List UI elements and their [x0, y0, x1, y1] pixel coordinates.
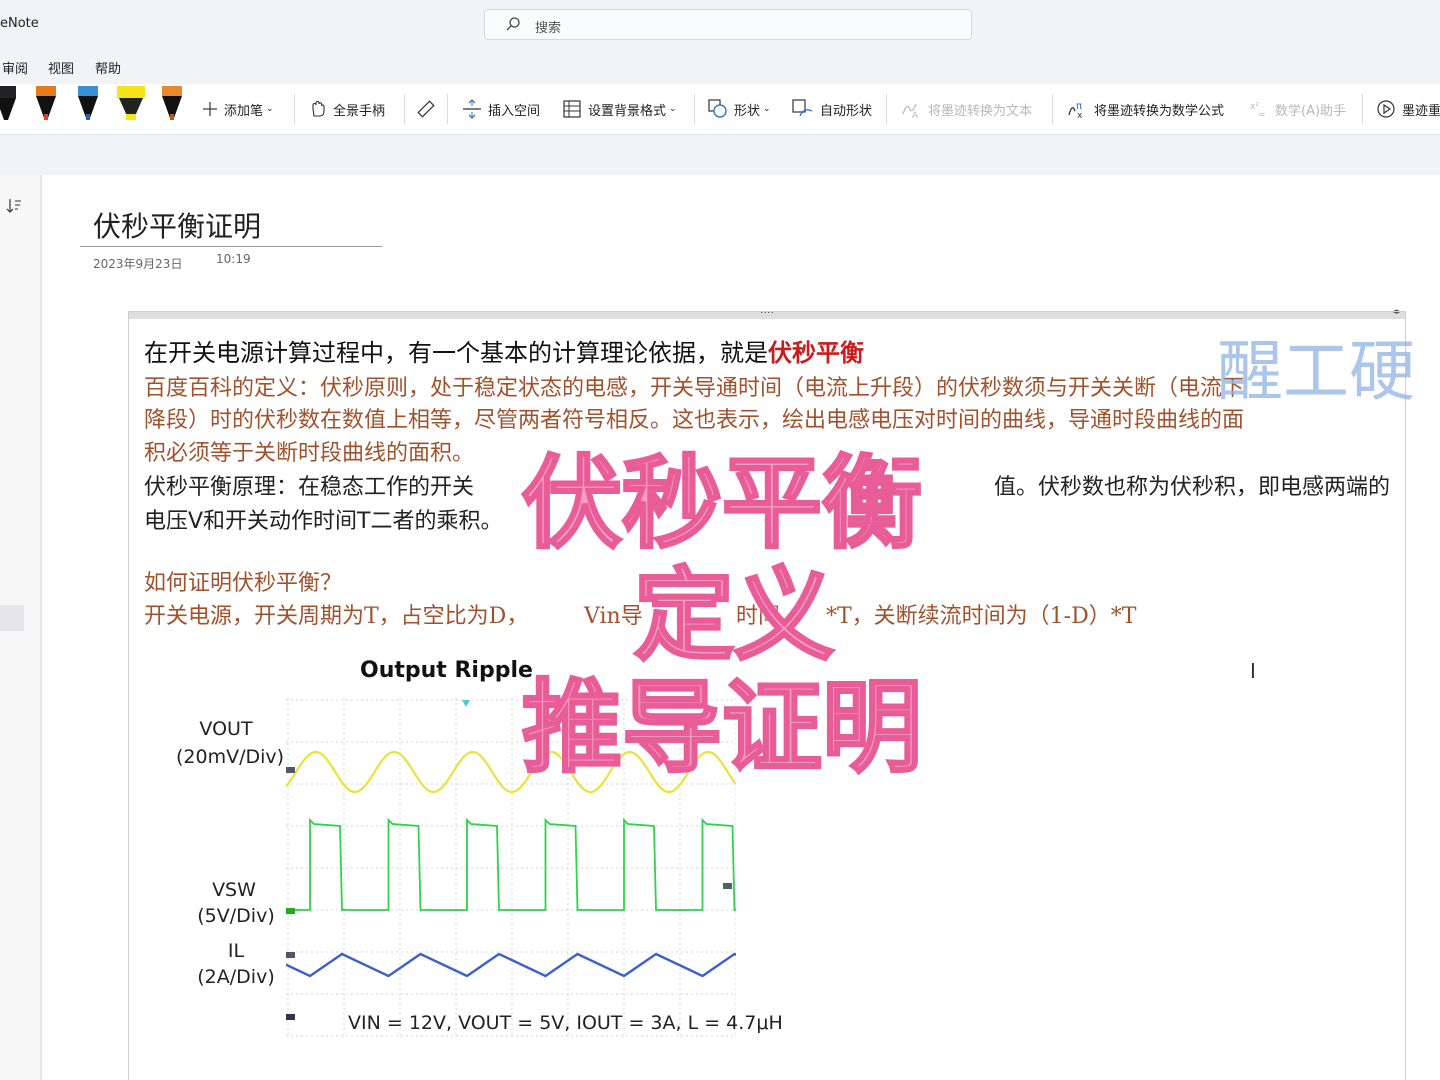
ribbon-gap	[0, 135, 1440, 175]
il-scale: (2A/Div)	[197, 966, 275, 988]
ruler-button[interactable]	[416, 98, 442, 120]
lasso-label: 全景手柄	[333, 103, 386, 119]
watermark-text: 醒工硬	[1217, 333, 1415, 410]
sort-icon[interactable]	[6, 197, 22, 215]
divider	[1362, 94, 1363, 124]
inductor-current-trace	[286, 952, 736, 978]
divider	[886, 94, 887, 124]
ruler-icon	[417, 100, 435, 118]
note-line-7[interactable]: 如何证明伏秒平衡？	[144, 565, 342, 597]
svg-text:=: =	[1258, 110, 1266, 119]
background-label: 设置背景格式	[588, 103, 667, 119]
ink-to-text-button[interactable]: A 将墨迹转换为文本	[900, 98, 1032, 120]
il-label: IL	[227, 940, 245, 962]
divider	[294, 94, 295, 124]
draw-ribbon: 添加笔 ⌄ 全景手柄 插入空间 设置背景格式 ⌄ 形状 ⌄ 自动形状 A 将墨迹转换为…	[0, 84, 1440, 135]
divider	[404, 94, 405, 124]
vsw-label: VSW	[212, 879, 256, 901]
math-assistant-icon: x²=	[1250, 102, 1266, 119]
vout-scale: (20mV/Div)	[176, 746, 285, 768]
note-line-5[interactable]: 伏秒平衡原理：在稳态工作的开关	[144, 469, 474, 501]
title-underline	[80, 246, 382, 247]
add-pen-label: 添加笔	[224, 103, 264, 119]
trigger-marker	[462, 700, 470, 707]
svg-text:A: A	[912, 111, 919, 119]
note-line-6[interactable]: 电压V和开关动作时间T二者的乘积。	[144, 503, 503, 535]
svg-text:x: x	[1077, 111, 1083, 119]
title-bar: eNote 搜索	[0, 0, 1440, 48]
search-placeholder: 搜索	[535, 21, 562, 36]
divider	[694, 94, 695, 124]
ink-to-math-label: 将墨迹转换为数学公式	[1094, 103, 1225, 119]
page-time: 10:19	[216, 252, 251, 266]
vout-label: VOUT	[199, 718, 253, 740]
channel-marker	[723, 883, 732, 889]
replay-icon	[1377, 100, 1395, 118]
background-icon	[563, 100, 581, 118]
channel-marker	[286, 952, 295, 958]
insert-space-icon	[463, 99, 481, 119]
note-line-5-start: 伏秒平衡原理：在稳态工作的开关	[144, 475, 475, 500]
note-line-4[interactable]: 积必须等于关断时段曲线的面积。	[144, 435, 474, 467]
menu-bar: 审阅 视图 帮助	[0, 48, 1440, 84]
add-pen-button[interactable]: 添加笔 ⌄	[202, 98, 274, 120]
ink-replay-button[interactable]: 墨迹重	[1376, 98, 1440, 120]
text-cursor-icon: I	[1250, 659, 1256, 683]
divider	[447, 94, 448, 124]
lasso-button[interactable]: 全景手柄	[309, 98, 385, 120]
note-line-2[interactable]: 百度百科的定义：伏秒原则，处于稳定状态的电感，开关导通时间（电流上升段）的伏秒数…	[144, 370, 1244, 402]
page-title[interactable]: 伏秒平衡证明	[93, 205, 261, 245]
note-line-1-text: 在开关电源计算过程中，有一个基本的计算理论依据，就是	[144, 339, 768, 367]
shapes-button[interactable]: 形状 ⌄	[708, 98, 771, 120]
note-line-8[interactable]: 开关电源，开关周期为T，占空比为D，	[144, 598, 528, 630]
shapes-icon	[708, 99, 727, 118]
highlighter-icon[interactable]	[116, 86, 146, 126]
divider	[1052, 94, 1053, 124]
ink-math-icon: πx	[1068, 101, 1083, 119]
vsw-scale: (5V/Div)	[197, 905, 275, 927]
ink-to-math-button[interactable]: πx 将墨迹转换为数学公式	[1066, 98, 1224, 120]
page-list-pane	[0, 175, 42, 1080]
insert-space-label: 插入空间	[488, 103, 541, 119]
note-line-8-d[interactable]: *T，关断续流时间为（1-D）*T	[826, 598, 1136, 630]
hand-icon	[312, 100, 325, 117]
overlay-title-3: 推导证明	[521, 668, 924, 788]
channel-marker	[286, 1014, 295, 1020]
app-name: eNote	[0, 16, 39, 31]
pen-icon[interactable]	[160, 86, 184, 126]
channel-marker	[286, 908, 295, 914]
search-box[interactable]: 搜索	[484, 9, 972, 40]
channel-marker	[286, 767, 295, 773]
scope-caption: VIN = 12V, VOUT = 5V, IOUT = 3A, L = 4.7…	[348, 1012, 783, 1034]
ink-text-icon: A	[902, 103, 919, 119]
scope-title: Output Ripple	[360, 658, 533, 683]
highlight-text: 伏秒平衡	[768, 339, 864, 367]
background-button[interactable]: 设置背景格式 ⌄	[562, 98, 677, 120]
auto-shapes-button[interactable]: 自动形状	[792, 98, 872, 120]
auto-shapes-label: 自动形状	[820, 103, 873, 119]
math-assistant-label: 数学(A)助手	[1275, 103, 1347, 119]
ink-to-text-label: 将墨迹转换为文本	[928, 103, 1033, 119]
shapes-label: 形状	[734, 103, 761, 119]
selected-page-item[interactable]	[0, 605, 24, 631]
pen-icon[interactable]	[76, 86, 100, 126]
math-assistant-button[interactable]: x² = 数学(A)助手	[1249, 98, 1346, 120]
pen-icon[interactable]	[34, 86, 58, 126]
note-line-5-end[interactable]: 值。伏秒数也称为伏秒积，即电感两端的	[994, 469, 1390, 501]
search-icon	[506, 17, 520, 31]
note-line-1[interactable]: 在开关电源计算过程中，有一个基本的计算理论依据，就是伏秒平衡	[144, 333, 864, 368]
pen-icon[interactable]	[0, 86, 18, 126]
menu-view[interactable]: 视图	[48, 58, 74, 77]
menu-review[interactable]: 审阅	[2, 58, 28, 77]
note-line-8-a: 开关电源，开关周期为T，占空比为D，	[144, 604, 529, 629]
page-date: 2023年9月23日	[93, 257, 183, 271]
insert-space-button[interactable]: 插入空间	[462, 98, 540, 120]
auto-shapes-icon	[792, 99, 813, 117]
plus-icon	[203, 102, 217, 116]
vsw-trace	[286, 817, 736, 911]
ink-replay-label: 墨迹重	[1402, 103, 1440, 119]
menu-help[interactable]: 帮助	[95, 58, 121, 77]
